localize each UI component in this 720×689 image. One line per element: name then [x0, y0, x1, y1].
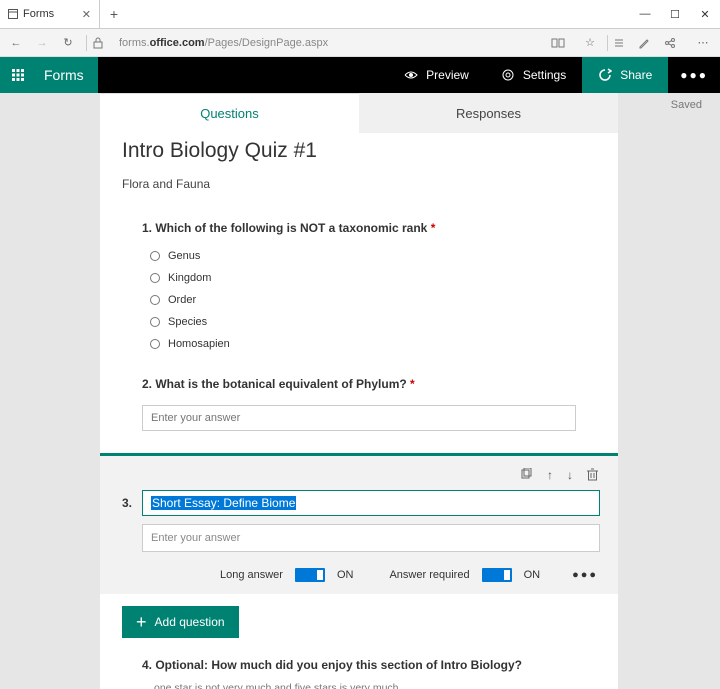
- answer-input[interactable]: [142, 405, 576, 431]
- question-toolbar: ↑ ↓: [118, 468, 600, 482]
- share-button[interactable]: Share: [582, 57, 668, 93]
- tab-title: Forms: [23, 8, 54, 20]
- add-question-button[interactable]: + Add question: [122, 606, 239, 638]
- notes-icon[interactable]: [638, 37, 664, 49]
- move-down-button[interactable]: ↓: [567, 468, 573, 482]
- option-row[interactable]: Species: [142, 311, 576, 333]
- question-text: 2. What is the botanical equivalent of P…: [142, 377, 576, 391]
- move-up-button[interactable]: ↑: [547, 468, 553, 482]
- back-button[interactable]: ←: [4, 37, 28, 49]
- delete-button[interactable]: [587, 468, 598, 482]
- page-content: Saved Questions Responses Intro Biology …: [0, 93, 720, 689]
- tab-close-icon[interactable]: ✕: [82, 8, 91, 21]
- more-icon[interactable]: ⋯: [690, 36, 716, 49]
- copy-button[interactable]: [520, 468, 533, 482]
- radio-icon[interactable]: [150, 295, 160, 305]
- browser-tab[interactable]: Forms ✕: [0, 0, 100, 28]
- long-answer-label: Long answer: [220, 569, 283, 581]
- question-subtitle: one star is not very much and five stars…: [154, 682, 576, 689]
- question-4[interactable]: 4. Optional: How much did you enjoy this…: [122, 650, 596, 689]
- hub-icon[interactable]: [612, 37, 638, 49]
- address-bar[interactable]: forms.office.com/Pages/DesignPage.aspx: [119, 37, 549, 49]
- app-ribbon: Forms Preview Settings Share ●●●: [0, 57, 720, 93]
- maximize-button[interactable]: ☐: [660, 0, 690, 28]
- long-answer-toggle[interactable]: [295, 568, 325, 582]
- settings-button[interactable]: Settings: [485, 57, 582, 93]
- question-3-selected: ↑ ↓ 3. Short Essay: Define Biome Enter y…: [100, 453, 618, 594]
- form-tabs: Questions Responses: [100, 93, 618, 133]
- new-tab-button[interactable]: +: [100, 0, 128, 28]
- question-number: 3.: [118, 496, 132, 510]
- window-controls: — ☐ ✕: [630, 0, 720, 28]
- minimize-button[interactable]: —: [630, 0, 660, 28]
- radio-icon[interactable]: [150, 251, 160, 261]
- tab-responses[interactable]: Responses: [359, 93, 618, 133]
- lock-icon: [93, 37, 117, 49]
- plus-icon: +: [136, 616, 147, 628]
- page-icon: [8, 9, 18, 19]
- required-state: ON: [524, 569, 541, 581]
- save-status: Saved: [671, 99, 702, 111]
- question-text-input[interactable]: Short Essay: Define Biome: [142, 490, 600, 516]
- required-mark: *: [410, 377, 415, 391]
- question-2[interactable]: 2. What is the botanical equivalent of P…: [122, 377, 596, 453]
- divider: [86, 35, 87, 51]
- required-mark: *: [431, 221, 436, 235]
- question-text: 1. Which of the following is NOT a taxon…: [142, 221, 576, 235]
- required-label: Answer required: [389, 569, 469, 581]
- form-subtitle[interactable]: Flora and Fauna: [122, 177, 596, 191]
- close-button[interactable]: ✕: [690, 0, 720, 28]
- app-launcher-button[interactable]: [0, 57, 36, 93]
- tab-questions[interactable]: Questions: [100, 93, 359, 133]
- option-row[interactable]: Homosapien: [142, 333, 576, 355]
- forward-button[interactable]: →: [30, 37, 54, 49]
- eye-icon: [404, 70, 418, 80]
- option-row[interactable]: Order: [142, 289, 576, 311]
- share-icon[interactable]: [664, 37, 690, 49]
- question-more-button[interactable]: ●●●: [572, 569, 598, 581]
- browser-toolbar: ← → ↻ forms.office.com/Pages/DesignPage.…: [0, 29, 720, 57]
- option-row[interactable]: Kingdom: [142, 267, 576, 289]
- option-row[interactable]: Genus: [142, 245, 576, 267]
- form-title[interactable]: Intro Biology Quiz #1: [122, 139, 596, 163]
- question-1[interactable]: 1. Which of the following is NOT a taxon…: [122, 221, 596, 377]
- radio-icon[interactable]: [150, 273, 160, 283]
- share-arrows-icon: [598, 68, 612, 82]
- app-name[interactable]: Forms: [36, 57, 98, 93]
- more-actions-button[interactable]: ●●●: [668, 57, 720, 93]
- long-answer-state: ON: [337, 569, 354, 581]
- divider: [607, 35, 608, 51]
- gear-icon: [501, 68, 515, 82]
- reading-view-icon[interactable]: [551, 37, 577, 49]
- question-text: 4. Optional: How much did you enjoy this…: [142, 658, 576, 672]
- question-options-row: Long answer ON Answer required ON ●●●: [118, 568, 600, 582]
- form-card: Questions Responses Intro Biology Quiz #…: [100, 93, 618, 689]
- radio-icon[interactable]: [150, 317, 160, 327]
- answer-placeholder-box[interactable]: Enter your answer: [142, 524, 600, 552]
- refresh-button[interactable]: ↻: [56, 36, 80, 49]
- required-toggle[interactable]: [482, 568, 512, 582]
- radio-icon[interactable]: [150, 339, 160, 349]
- preview-button[interactable]: Preview: [388, 57, 485, 93]
- window-titlebar: Forms ✕ + — ☐ ✕: [0, 0, 720, 29]
- favorite-icon[interactable]: ☆: [577, 36, 603, 49]
